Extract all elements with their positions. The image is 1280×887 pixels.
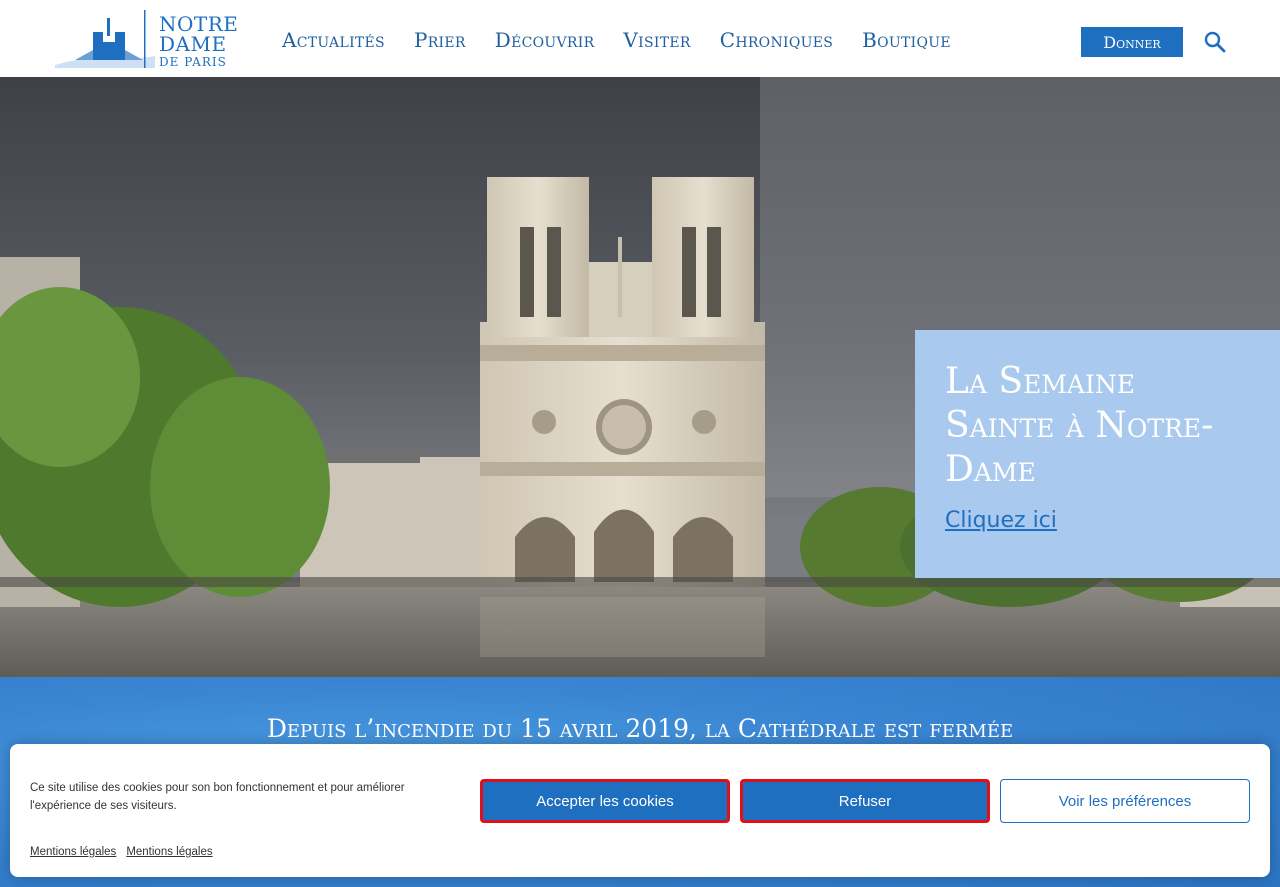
main-nav: Actualités Prier Découvrir Visiter Chron…: [282, 28, 980, 52]
cookie-message: Ce site utilise des cookies pour son bon…: [30, 782, 405, 812]
logo-line-1: Notre: [159, 12, 239, 36]
donate-button[interactable]: Donner: [1081, 27, 1183, 57]
cookie-banner: Ce site utilise des cookies pour son bon…: [10, 744, 1270, 877]
nav-item-chroniques[interactable]: Chroniques: [720, 28, 833, 52]
promo-link[interactable]: Cliquez ici: [945, 508, 1057, 533]
logo-line-2: Dame: [159, 32, 227, 56]
promo-card: La Semaine Sainte à Notre-Dame Cliquez i…: [915, 330, 1280, 578]
site-logo[interactable]: Notre Dame de Paris: [55, 10, 238, 70]
cookie-links: Mentions légales Mentions légales: [30, 846, 213, 858]
search-icon[interactable]: [1204, 31, 1226, 53]
cathedral-logo-icon: [55, 10, 155, 68]
nav-item-visiter[interactable]: Visiter: [623, 28, 690, 52]
legal-notice-link[interactable]: Mentions légales: [30, 846, 116, 858]
nav-item-decouvrir[interactable]: Découvrir: [495, 28, 595, 52]
nav-item-prier[interactable]: Prier: [414, 28, 466, 52]
logo-line-3: de Paris: [159, 55, 227, 69]
refuse-cookies-button[interactable]: Refuser: [740, 779, 990, 823]
hero-banner: La Semaine Sainte à Notre-Dame Cliquez i…: [0, 77, 1280, 677]
promo-title: La Semaine Sainte à Notre-Dame: [945, 361, 1214, 490]
logo-text: Notre Dame de Paris: [159, 14, 238, 68]
nav-item-boutique[interactable]: Boutique: [862, 28, 951, 52]
legal-notice-link-2[interactable]: Mentions légales: [126, 846, 212, 858]
band-title: Depuis l’incendie du 15 avril 2019, la C…: [266, 714, 1014, 743]
accept-cookies-button[interactable]: Accepter les cookies: [480, 779, 730, 823]
site-header: Notre Dame de Paris Actualités Prier Déc…: [0, 0, 1280, 77]
view-preferences-button[interactable]: Voir les préférences: [1000, 779, 1250, 823]
nav-item-actualites[interactable]: Actualités: [282, 28, 385, 52]
